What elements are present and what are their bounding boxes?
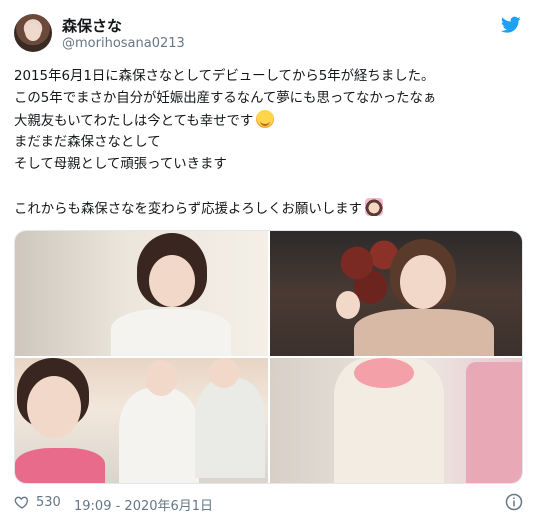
smiling-face-emoji [256,110,275,128]
like-count[interactable]: 530 [36,495,61,510]
tweet-line: 大親友もいてわたしは今とても幸せです [14,110,525,132]
person-bowing-emoji [364,198,383,216]
tweet-line: この5年でまさか自分が妊娠出産するなんて夢にも思ってなかったなぁ [14,91,437,106]
timestamp[interactable]: 19:09 - 2020年6月1日 [74,495,213,514]
tweet-card: 森保さな @morihosana0213 2015年6月1日に森保さなとしてデビ… [0,0,539,522]
tweet-line: そして母親として頑張っていきます [14,157,227,172]
tweet-header: 森保さな @morihosana0213 [14,14,525,54]
photo-2[interactable] [270,231,522,356]
photo-4[interactable] [270,358,522,483]
display-name[interactable]: 森保さな [62,15,122,36]
photo-grid [14,230,523,484]
tweet-text: 2015年6月1日に森保さなとしてデビューしてから5年が経ちました。 この5年で… [14,66,525,220]
photo-1[interactable] [15,231,268,356]
heart-icon[interactable] [14,494,30,510]
tweet-footer: 530 19:09 - 2020年6月1日 [14,492,525,514]
tweet-line: 2015年6月1日に森保さなとしてデビューしてから5年が経ちました。 [14,69,435,84]
avatar[interactable] [14,14,52,52]
user-handle[interactable]: @morihosana0213 [62,36,185,51]
tweet-line: これからも森保さなを変わらず応援よろしくお願いします [14,198,525,220]
tweet-line-text: 大親友もいてわたしは今とても幸せです [14,114,254,129]
info-icon[interactable] [505,493,523,511]
photo-3[interactable] [15,358,268,483]
tweet-line: まだまだ森保さなとして [14,135,161,150]
tweet-line-text: これからも森保さなを変わらず応援よろしくお願いします [14,202,362,217]
twitter-bird-icon[interactable] [501,16,521,34]
